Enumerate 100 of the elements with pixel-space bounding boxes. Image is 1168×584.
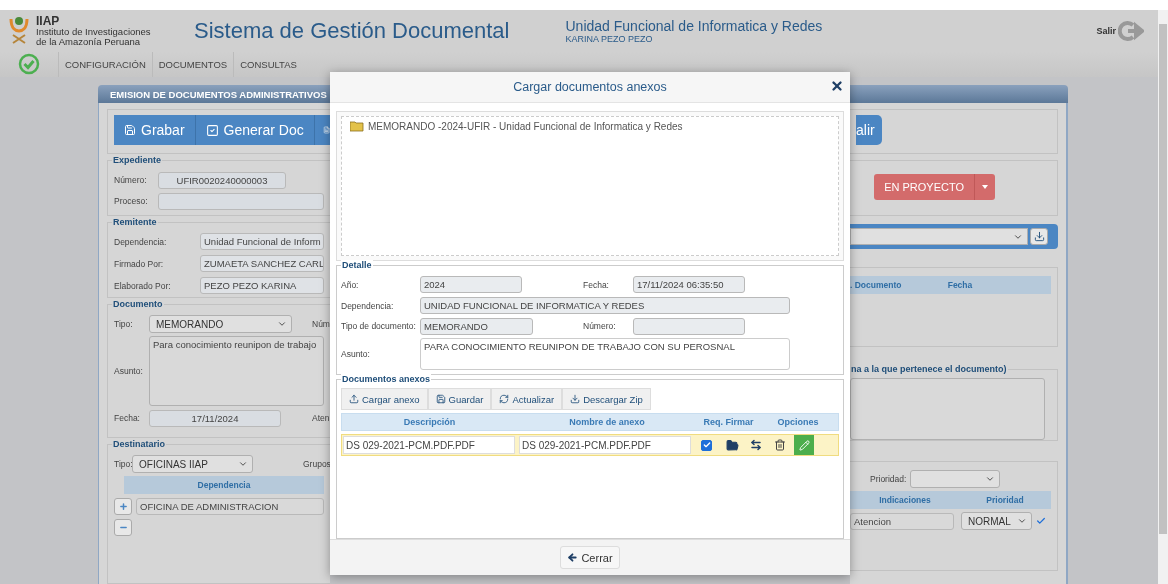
trash-icon bbox=[774, 439, 786, 452]
chevron-down-icon bbox=[238, 459, 248, 469]
toolbar-button[interactable]: Actualizar bbox=[491, 388, 563, 411]
chevron-down-icon bbox=[1017, 516, 1027, 526]
app-title: Sistema de Gestión Documental bbox=[194, 17, 510, 44]
logout-icon bbox=[1118, 19, 1144, 42]
user-name: KARINA PEZO PEZO bbox=[565, 33, 654, 44]
caret-icon bbox=[982, 185, 988, 189]
field-label: Elaborado Por: bbox=[114, 280, 172, 291]
select-field[interactable]: NORMAL bbox=[961, 512, 1032, 530]
remove-button[interactable] bbox=[114, 518, 132, 536]
field-label: Núm bbox=[312, 319, 331, 329]
text-area: Para conocimiento reunipon de trabajo bbox=[149, 336, 324, 406]
field-label: Grupos bbox=[303, 459, 332, 469]
input-field: UFIR0020240000003 bbox=[158, 171, 286, 189]
select-field[interactable]: OFICINAS IIAP bbox=[132, 455, 253, 473]
field-label: Proceso: bbox=[114, 196, 149, 206]
section-legend: Documentos anexos bbox=[341, 374, 432, 385]
dialog-title: Cargar documentos anexos bbox=[513, 80, 667, 95]
swap-icon bbox=[750, 439, 762, 452]
close-button[interactable] bbox=[830, 79, 844, 93]
input-field: Unidad Funcional de Inform bbox=[200, 233, 324, 250]
column-header: Descripción bbox=[402, 417, 457, 428]
column-header: Dependencia bbox=[196, 480, 252, 490]
text-area: PARA CONOCIMIENTO REUNIPON DE TRABAJO CON SU PEROSNAL bbox=[420, 338, 790, 371]
input-field: MEMORANDO bbox=[420, 317, 533, 335]
column-header: Opciones bbox=[776, 417, 820, 428]
field-label: Tipo: bbox=[114, 319, 134, 329]
folder-icon bbox=[350, 121, 364, 133]
toolbar-button[interactable]: Grabar bbox=[114, 115, 196, 145]
select-field[interactable] bbox=[850, 228, 1028, 245]
field-label: Asunto: bbox=[341, 349, 371, 360]
refresh-icon bbox=[499, 394, 510, 405]
section-legend: Destinatario bbox=[112, 439, 166, 449]
chevron-down-icon bbox=[277, 319, 287, 329]
field-label: Tipo de documento: bbox=[341, 321, 416, 332]
field-label: Dependencia: bbox=[341, 300, 395, 311]
input-field[interactable]: DS 029-2021-PCM.PDF.PDF bbox=[343, 436, 515, 455]
field-label: Número: bbox=[583, 321, 617, 332]
download-icon bbox=[570, 394, 581, 405]
section-legend: Detalle bbox=[341, 260, 373, 271]
field-label: Año: bbox=[341, 279, 360, 290]
pencil-icon bbox=[798, 439, 810, 451]
close-button[interactable]: Cerrar bbox=[560, 546, 620, 570]
column-header: . Documento bbox=[850, 280, 903, 290]
toolbar-button[interactable]: Descargar Zip bbox=[562, 388, 651, 411]
folder-icon bbox=[725, 438, 739, 452]
scrollbar-thumb[interactable] bbox=[1159, 24, 1167, 534]
nav-menu-item[interactable]: CONSULTAS bbox=[233, 51, 303, 77]
column-header: Fecha bbox=[946, 280, 974, 290]
field-label: Dependencia: bbox=[114, 236, 168, 247]
unit-name: Unidad Funcional de Informatica y Redes bbox=[565, 17, 823, 34]
section-legend: na a la que pertenece el documento) bbox=[850, 364, 1008, 374]
plus-icon bbox=[118, 501, 128, 511]
input-field: UNIDAD FUNCIONAL DE INFORMATICA Y REDES bbox=[420, 297, 790, 315]
save-icon bbox=[435, 394, 446, 405]
table-cell: Atencion bbox=[850, 512, 954, 530]
field-label: Fecha: bbox=[114, 413, 141, 423]
nav-menu-item[interactable]: DOCUMENTOS bbox=[151, 51, 234, 77]
check-circle-icon bbox=[18, 53, 40, 76]
input-field[interactable]: DS 029-2021-PCM.PDF.PDF bbox=[519, 436, 691, 455]
download-button[interactable] bbox=[1030, 228, 1048, 245]
upload-icon bbox=[349, 394, 359, 405]
section-legend: Expediente bbox=[112, 155, 162, 165]
column-header: Prioridad bbox=[985, 495, 1025, 505]
save-icon bbox=[124, 124, 136, 136]
checkbox[interactable] bbox=[701, 439, 712, 451]
arrow-left-icon bbox=[567, 552, 579, 564]
section-legend: Documento bbox=[112, 299, 164, 309]
close-icon bbox=[830, 79, 844, 93]
table-cell: OFICINA DE ADMINISTRACION bbox=[136, 497, 324, 515]
download-icon bbox=[1033, 231, 1045, 242]
org-name: de la Amazonía Peruana bbox=[36, 36, 141, 47]
toolbar-button[interactable]: Cargar anexo bbox=[341, 388, 428, 411]
add-button[interactable] bbox=[114, 497, 132, 515]
logout-button[interactable]: Salir bbox=[1096, 19, 1144, 42]
toolbar-button[interactable]: Guardar bbox=[427, 388, 492, 411]
tree-item[interactable]: MEMORANDO -2024-UFIR - Unidad Funcional de Informatica y Redes bbox=[350, 121, 830, 133]
input-field: ZUMAETA SANCHEZ CARL bbox=[200, 255, 324, 272]
org-acronym: IIAP bbox=[36, 14, 61, 27]
column-header: Indicaciones bbox=[878, 495, 932, 505]
field-label: Prioridad: bbox=[870, 474, 906, 484]
section-legend: Remitente bbox=[112, 217, 158, 227]
column-header: Req. Firmar bbox=[702, 417, 755, 428]
column-header: Nombre de anexo bbox=[568, 417, 646, 428]
check-icon bbox=[205, 123, 219, 137]
chevron-down-icon bbox=[985, 474, 995, 484]
panel-title: EMISION DE DOCUMENTOS ADMINISTRATIVOS bbox=[110, 88, 327, 100]
select-field[interactable] bbox=[910, 470, 1000, 488]
input-field: PEZO PEZO KARINA bbox=[200, 277, 324, 294]
field-label: Asunto: bbox=[114, 366, 144, 376]
input-field: 17/11/2024 bbox=[149, 409, 281, 427]
input-field: 17/11/2024 06:35:50 bbox=[633, 276, 745, 294]
input-field: 2024 bbox=[420, 276, 522, 294]
field-label: Aten bbox=[312, 413, 331, 423]
nav-menu-item[interactable]: CONFIGURACIÓN bbox=[58, 51, 152, 77]
field-label: Firmado Por: bbox=[114, 258, 165, 269]
field-label: Fecha: bbox=[583, 279, 610, 290]
logo-icon bbox=[8, 14, 30, 47]
select-field[interactable]: MEMORANDO bbox=[149, 315, 292, 333]
